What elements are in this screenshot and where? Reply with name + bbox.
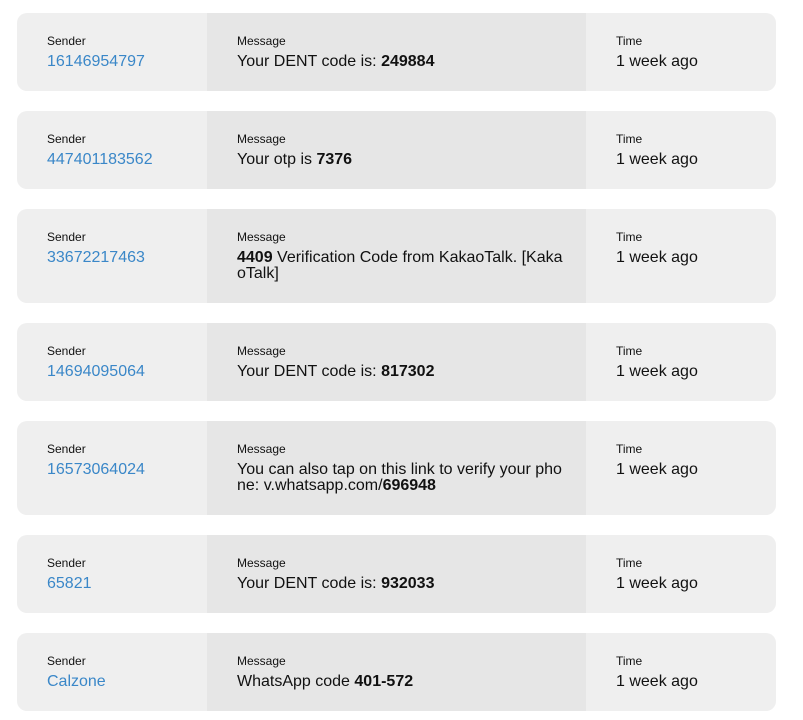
time-label: Time (616, 132, 643, 146)
message-text: Your DENT code is: 817302 (237, 364, 564, 380)
sender-link[interactable]: 14694095064 (47, 364, 207, 380)
message-code: 249884 (381, 53, 435, 70)
message-column: Message Your DENT code is: 817302 (207, 323, 586, 401)
time-value: 1 week ago (616, 363, 698, 380)
message-label: Message (237, 654, 286, 668)
sender-link[interactable]: 447401183562 (47, 152, 207, 168)
time-value: 1 week ago (616, 575, 698, 592)
sender-label: Sender (47, 442, 86, 456)
sender-link[interactable]: 33672217463 (47, 250, 207, 266)
message-text: 4409 Verification Code from KakaoTalk. [… (237, 250, 564, 282)
time-column: Time 1 week ago (586, 209, 776, 303)
sender-label: Sender (47, 34, 86, 48)
message-card: Sender Calzone Message WhatsApp code 401… (17, 633, 776, 711)
sender-label: Sender (47, 230, 86, 244)
message-text-post: Verification Code from KakaoTalk. [Kakao… (237, 249, 563, 282)
message-label: Message (237, 344, 286, 358)
message-text: Your DENT code is: 932033 (237, 576, 564, 592)
time-label: Time (616, 344, 643, 358)
message-code: 817302 (381, 363, 435, 380)
message-label: Message (237, 230, 286, 244)
message-text-pre: Your DENT code is: (237, 363, 382, 380)
message-label: Message (237, 34, 286, 48)
time-column: Time 1 week ago (586, 633, 776, 711)
message-text: WhatsApp code 401-572 (237, 674, 564, 690)
sender-link[interactable]: 16573064024 (47, 462, 207, 478)
sender-link[interactable]: Calzone (47, 674, 207, 690)
message-code: 7376 (316, 151, 353, 168)
sender-column: Sender 16573064024 (17, 421, 207, 515)
message-column: Message Your DENT code is: 932033 (207, 535, 586, 613)
time-label: Time (616, 230, 643, 244)
message-card: Sender 65821 Message Your DENT code is: … (17, 535, 776, 613)
message-card: Sender 14694095064 Message Your DENT cod… (17, 323, 776, 401)
time-value: 1 week ago (616, 249, 698, 266)
message-column: Message 4409 Verification Code from Kaka… (207, 209, 586, 303)
message-card: Sender 33672217463 Message 4409 Verifica… (17, 209, 776, 303)
time-label: Time (616, 556, 643, 570)
message-card: Sender 16146954797 Message Your DENT cod… (17, 13, 776, 91)
message-column: Message Your otp is 7376 (207, 111, 586, 189)
sender-column: Sender 14694095064 (17, 323, 207, 401)
time-value: 1 week ago (616, 53, 698, 70)
message-label: Message (237, 442, 286, 456)
sender-column: Sender 16146954797 (17, 13, 207, 91)
message-label: Message (237, 556, 286, 570)
sender-column: Sender 33672217463 (17, 209, 207, 303)
message-code: 932033 (381, 575, 435, 592)
time-value: 1 week ago (616, 461, 698, 478)
time-label: Time (616, 442, 643, 456)
message-text: You can also tap on this link to verify … (237, 462, 564, 494)
message-code: 4409 (237, 249, 273, 266)
message-column: Message You can also tap on this link to… (207, 421, 586, 515)
message-code: 401-572 (354, 673, 414, 690)
message-text: Your DENT code is: 249884 (237, 54, 564, 70)
message-card: Sender 16573064024 Message You can also … (17, 421, 776, 515)
message-text: Your otp is 7376 (237, 152, 564, 168)
time-label: Time (616, 654, 643, 668)
message-column: Message WhatsApp code 401-572 (207, 633, 586, 711)
message-code: 696948 (382, 477, 436, 494)
time-label: Time (616, 34, 643, 48)
sender-column: Sender 65821 (17, 535, 207, 613)
sender-label: Sender (47, 654, 86, 668)
time-column: Time 1 week ago (586, 323, 776, 401)
sender-label: Sender (47, 132, 86, 146)
message-text-pre: Your DENT code is: (237, 575, 382, 592)
sender-link[interactable]: 16146954797 (47, 54, 207, 70)
message-column: Message Your DENT code is: 249884 (207, 13, 586, 91)
sender-column: Sender Calzone (17, 633, 207, 711)
message-text-pre: Your DENT code is: (237, 53, 382, 70)
message-list: Sender 16146954797 Message Your DENT cod… (0, 0, 803, 720)
sender-column: Sender 447401183562 (17, 111, 207, 189)
message-card: Sender 447401183562 Message Your otp is … (17, 111, 776, 189)
message-text-pre: Your otp is (237, 151, 317, 168)
sender-label: Sender (47, 556, 86, 570)
time-value: 1 week ago (616, 673, 698, 690)
message-text-pre: WhatsApp code (237, 673, 355, 690)
sender-label: Sender (47, 344, 86, 358)
sender-link[interactable]: 65821 (47, 576, 207, 592)
time-column: Time 1 week ago (586, 535, 776, 613)
time-value: 1 week ago (616, 151, 698, 168)
message-label: Message (237, 132, 286, 146)
time-column: Time 1 week ago (586, 13, 776, 91)
time-column: Time 1 week ago (586, 421, 776, 515)
time-column: Time 1 week ago (586, 111, 776, 189)
